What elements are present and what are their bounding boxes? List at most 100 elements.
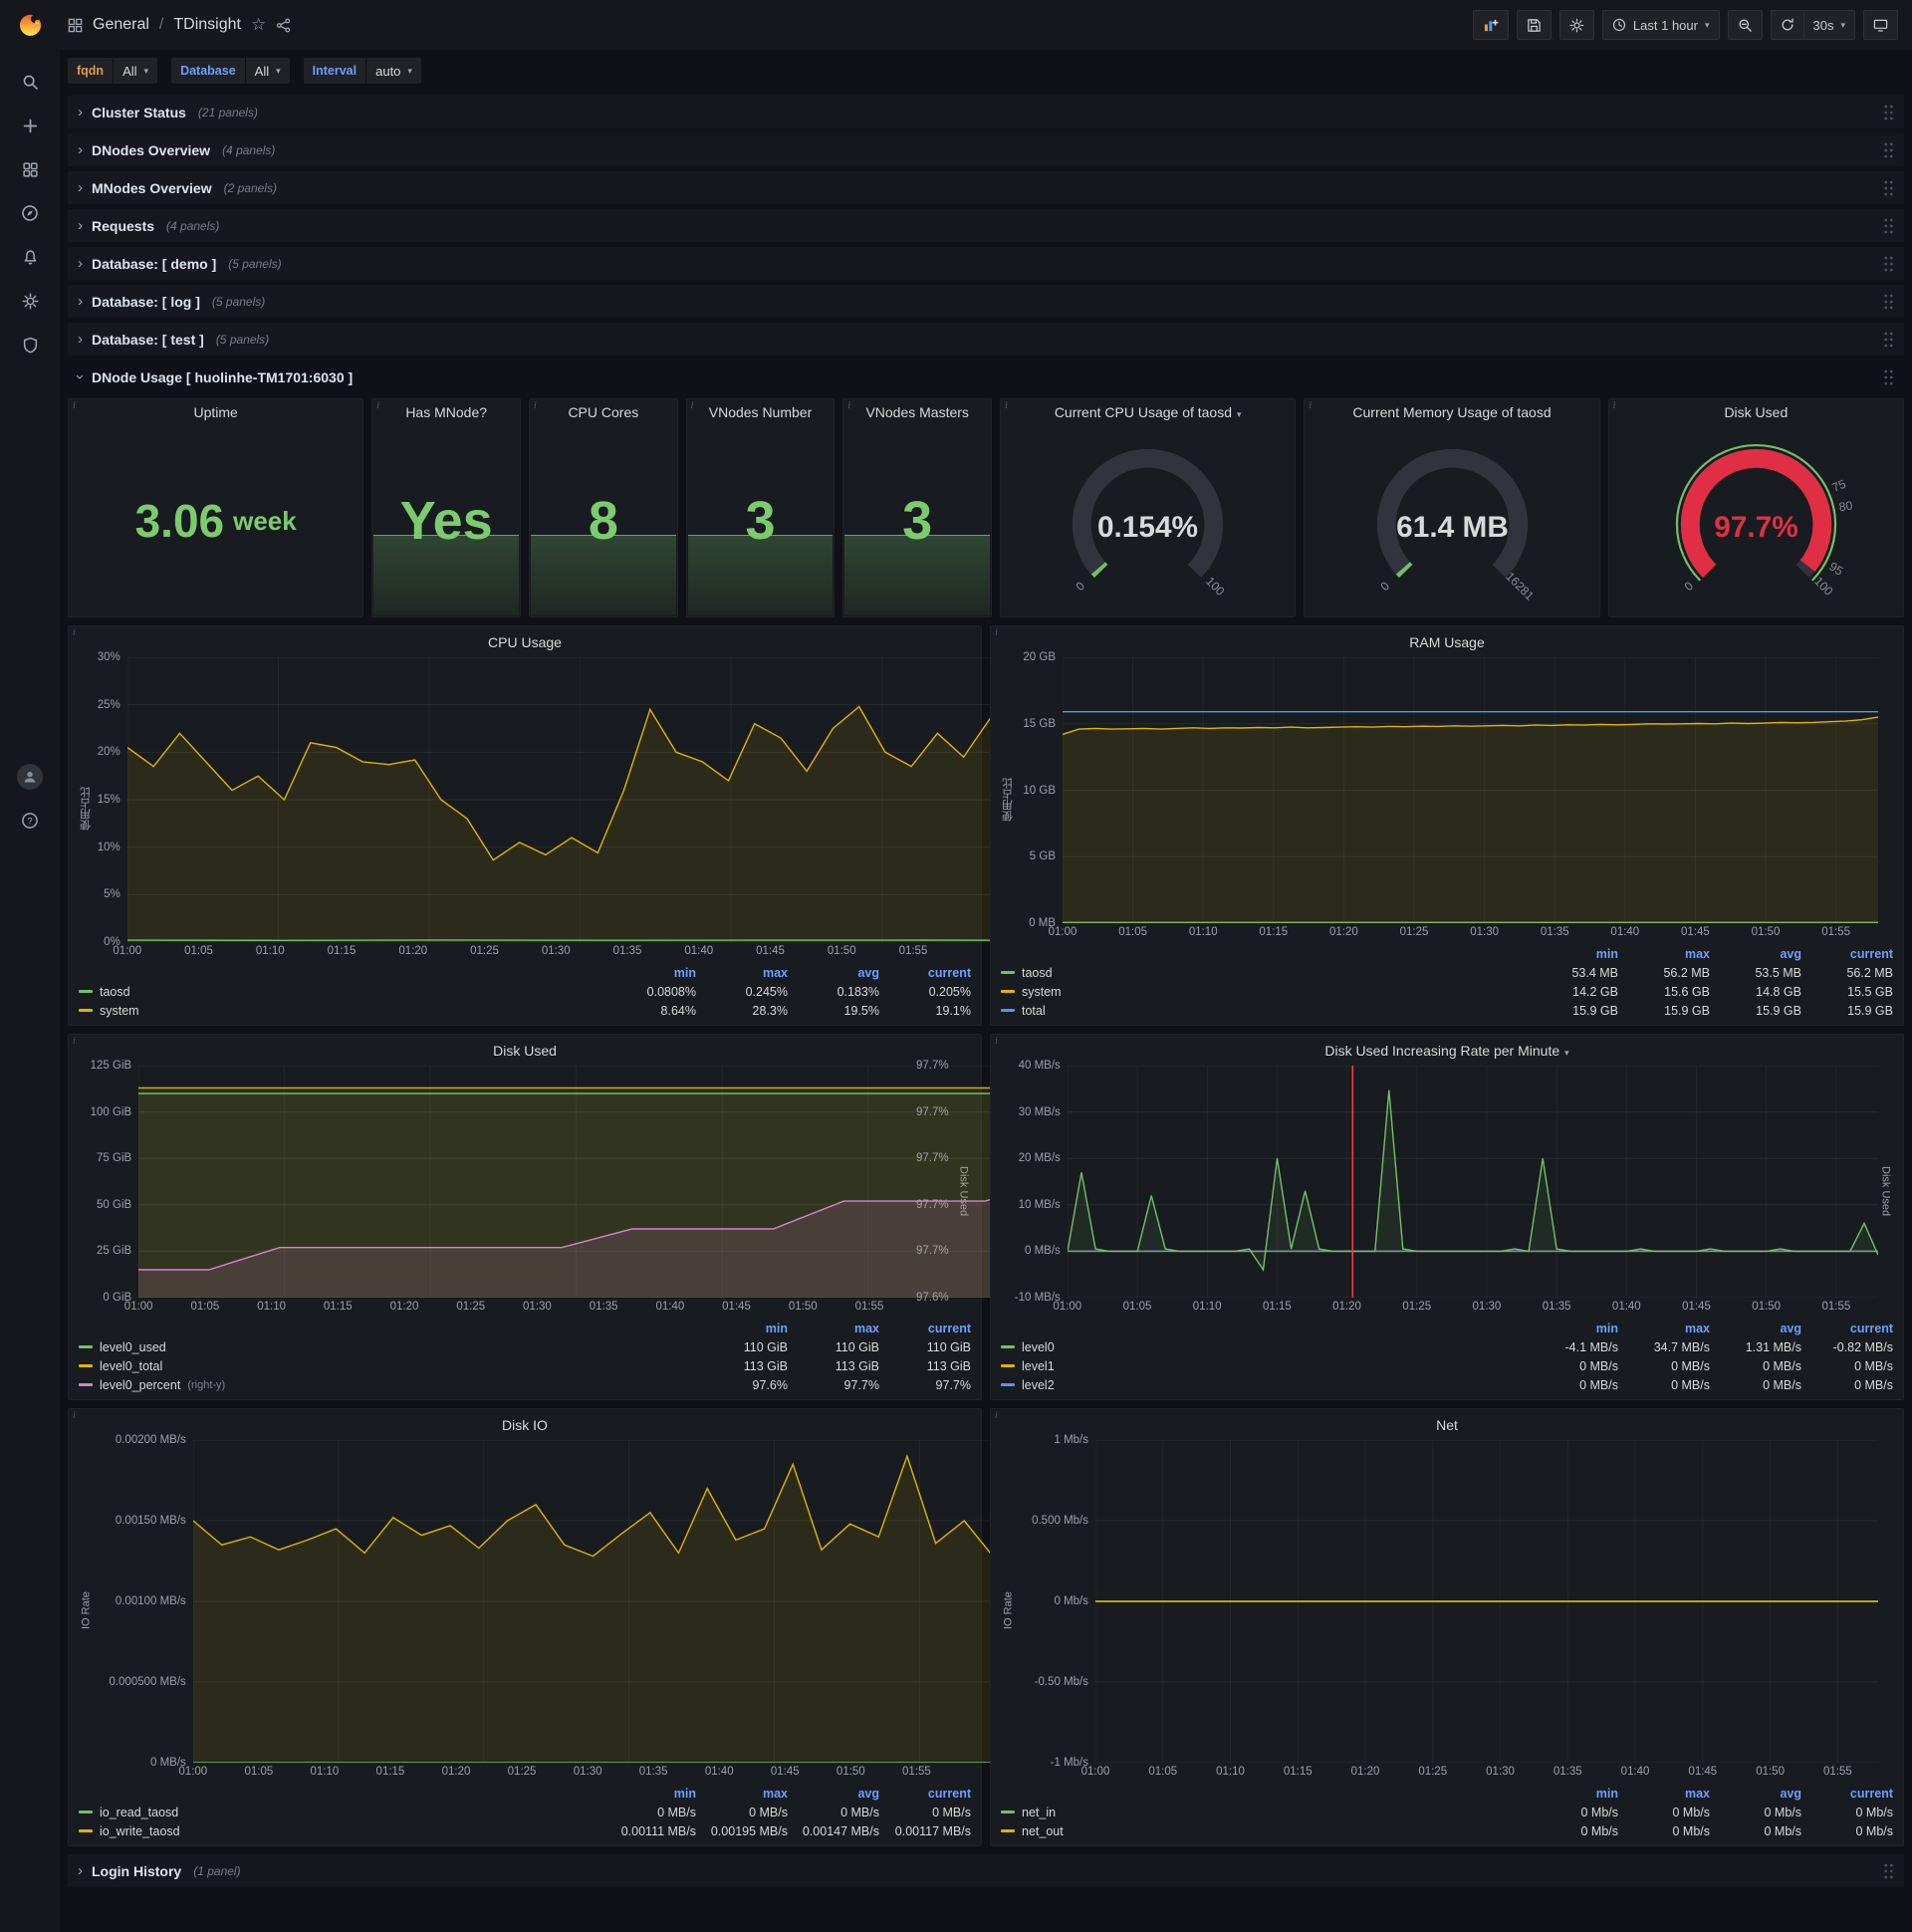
row-dnode-usage[interactable]: › DNode Usage [ huolinhe-TM1701:6030 ] [68,361,1904,393]
panel-info-icon[interactable]: i [995,1036,998,1047]
legend-series-toggle[interactable]: system [1001,985,1527,999]
plot-area[interactable] [1095,1440,1878,1763]
variable-value-dropdown[interactable]: All ▾ [245,58,290,84]
panel-title[interactable]: Uptime [69,399,362,425]
row-drag-handle[interactable] [1883,141,1894,158]
server-admin-shield-icon[interactable] [12,330,48,360]
panel-title[interactable]: VNodes Masters [843,399,991,425]
panel-title[interactable]: Disk Used [1609,399,1903,425]
dashboard-row-header[interactable]: › Database: [ test ] (5 panels) [68,323,1904,356]
panel-info-icon[interactable]: i [995,1410,998,1421]
create-icon[interactable] [12,111,48,140]
alerting-icon[interactable] [12,242,48,272]
dashboard-row-header[interactable]: › Requests (4 panels) [68,209,1904,242]
explore-icon[interactable] [12,198,48,228]
row-drag-handle[interactable] [1883,104,1894,121]
panel-title[interactable]: Current Memory Usage of taosd [1305,399,1598,425]
dashboard-settings-button[interactable] [1558,10,1594,40]
panel-title[interactable]: Has MNode? [372,399,520,425]
legend-series-toggle[interactable]: io_write_taosd [79,1824,604,1838]
plot-area[interactable] [1063,657,1878,923]
legend-series-toggle[interactable]: total [1001,1004,1527,1018]
variable-chip[interactable]: fqdn All ▾ [68,58,158,84]
plot-area[interactable] [192,1440,1878,1763]
row-drag-handle[interactable] [1883,1862,1894,1879]
panel-title[interactable]: VNodes Number [687,399,835,425]
save-dashboard-button[interactable] [1516,10,1552,40]
panel-title[interactable]: Disk Used Increasing Rate per Minute ▾ [1001,1038,1893,1064]
variable-chip[interactable]: Interval auto ▾ [303,58,421,84]
add-panel-button[interactable] [1472,10,1509,40]
row-drag-handle[interactable] [1883,368,1894,385]
dashboard-row-header[interactable]: › Login History (1 panel) [68,1854,1904,1887]
dashboards-icon[interactable] [12,154,48,184]
panel-info-icon[interactable]: i [534,400,537,411]
dashboard-row-header[interactable]: › Database: [ log ] (5 panels) [68,285,1904,318]
refresh-interval-dropdown[interactable]: 30s ▾ [1802,10,1855,40]
legend-series-toggle[interactable]: level1 [1001,1359,1527,1373]
plot-area[interactable] [138,1066,1832,1298]
panel-title[interactable]: Net [1001,1412,1893,1438]
legend-series-toggle[interactable]: net_in [1001,1806,1527,1819]
panel-info-icon[interactable]: i [73,1410,76,1421]
panel-info-icon[interactable]: i [1613,400,1616,411]
panel-title[interactable]: Current CPU Usage of taosd ▾ [1001,399,1295,425]
plot-area[interactable] [1067,1066,1878,1298]
row-title: Database: [ demo ] [92,255,217,272]
svg-text:?: ? [27,816,32,827]
time-picker-button[interactable]: Last 1 hour ▾ [1601,10,1720,40]
panel-info-icon[interactable]: i [73,627,76,638]
dashboard-row-header[interactable]: › MNodes Overview (2 panels) [68,171,1904,204]
panel-info-icon[interactable]: i [376,400,379,411]
row-drag-handle[interactable] [1883,293,1894,310]
dashboard-row-header[interactable]: › DNodes Overview (4 panels) [68,133,1904,166]
breadcrumb-title[interactable]: TDinsight [173,16,241,34]
legend-series-toggle[interactable]: io_read_taosd [79,1806,604,1819]
breadcrumb-section[interactable]: General [93,16,149,34]
zoom-out-button[interactable] [1727,10,1763,40]
legend-series-toggle[interactable]: taosd [79,985,604,999]
variable-value-dropdown[interactable]: All ▾ [114,58,158,84]
row-drag-handle[interactable] [1883,179,1894,196]
panel-info-icon[interactable]: i [847,400,850,411]
panel-info-icon[interactable]: i [995,627,998,638]
row-drag-handle[interactable] [1883,255,1894,272]
grafana-logo[interactable] [12,9,48,39]
star-icon[interactable]: ☆ [251,15,266,35]
share-icon[interactable] [276,18,291,33]
dashboard-row-header[interactable]: › Database: [ demo ] (5 panels) [68,247,1904,280]
panel-info-icon[interactable]: i [73,400,76,411]
panel-title[interactable]: Disk IO [79,1412,971,1438]
panel-info-icon[interactable]: i [1309,400,1312,411]
legend-series-toggle[interactable]: taosd [1001,966,1527,980]
configuration-gear-icon[interactable] [12,286,48,316]
refresh-button[interactable] [1770,10,1803,40]
legend-row: level0_total 113 GiB 113 GiB 113 GiB [79,1356,971,1375]
legend-series-toggle[interactable]: level0_used [79,1340,696,1354]
legend-series-toggle[interactable]: level0_total [79,1359,696,1373]
legend-series-toggle[interactable]: level0_percent (right-y) [79,1378,696,1392]
variable-value-dropdown[interactable]: auto ▾ [366,58,421,84]
dashboard-row-header[interactable]: › Cluster Status (21 panels) [68,96,1904,128]
panel-title[interactable]: CPU Usage [79,629,971,655]
search-icon[interactable] [12,67,48,97]
graph-panel: i RAM Usage 使用占比 20 GB 15 GB 10 GB 5 GB 0 MB… [990,625,1904,1026]
panel-title[interactable]: RAM Usage [1001,629,1893,655]
row-drag-handle[interactable] [1883,217,1894,234]
legend-header: min max avg current [79,963,971,982]
legend-series-toggle[interactable]: net_out [1001,1824,1527,1838]
row-drag-handle[interactable] [1883,331,1894,348]
panel-title[interactable]: CPU Cores [530,399,677,425]
help-icon[interactable]: ? [12,806,48,836]
variable-chip[interactable]: Database All ▾ [171,58,290,84]
legend-series-toggle[interactable]: level2 [1001,1378,1527,1392]
panel-info-icon[interactable]: i [1005,400,1008,411]
panel-title[interactable]: Disk Used [79,1038,971,1064]
cycle-view-mode-button[interactable] [1863,10,1898,40]
user-avatar[interactable] [12,762,48,792]
plot-area[interactable] [126,657,1878,942]
panel-info-icon[interactable]: i [691,400,694,411]
legend-series-toggle[interactable]: system [79,1004,604,1018]
legend-series-toggle[interactable]: level0 [1001,1340,1527,1354]
panel-info-icon[interactable]: i [73,1036,76,1047]
